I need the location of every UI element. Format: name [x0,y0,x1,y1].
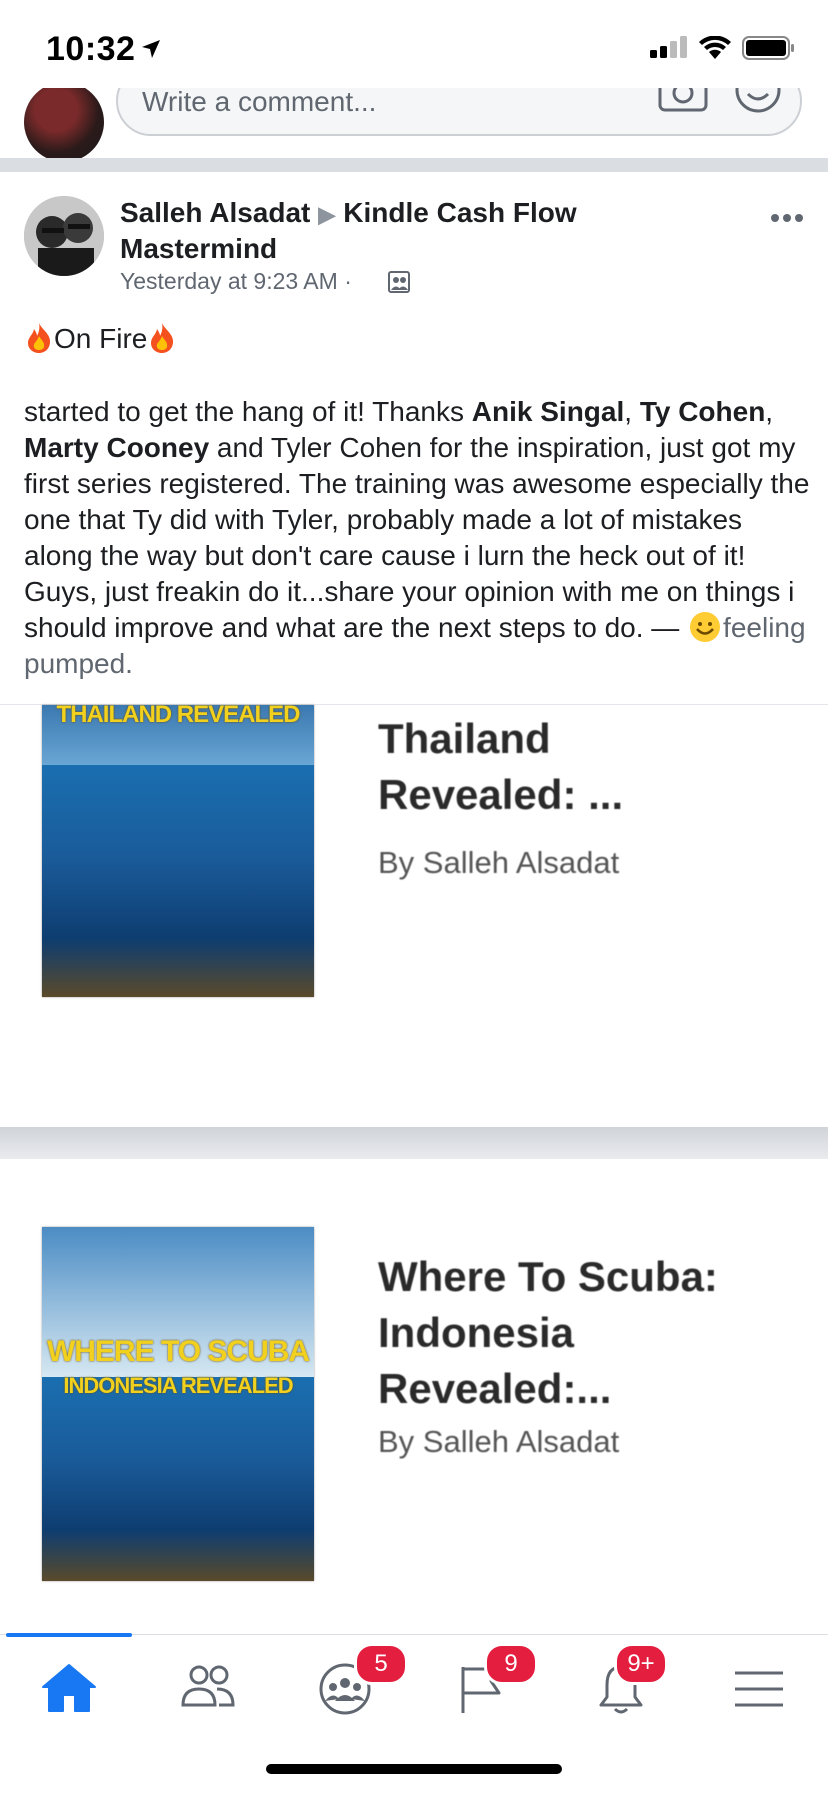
friends-icon [181,1665,235,1707]
book-author: By Salleh Alsadat [378,845,620,880]
location-arrow-icon [142,40,160,58]
status-bar: 10:32 [0,0,828,88]
group-privacy-icon [388,271,410,293]
book-title-line: Thailand [378,715,551,762]
avatar-photo [24,196,104,276]
tab-menu[interactable] [714,1653,804,1725]
post-text: , [765,396,774,427]
comment-placeholder: Write a comment... [142,88,377,117]
book-title-line: Where To Scuba: [378,1253,718,1300]
book-title: Where To Scuba: Indonesia Revealed:... [378,1249,718,1417]
tab-friends[interactable] [162,1653,252,1725]
emoji-icon[interactable] [734,88,782,116]
cover-subtitle-text: INDONESIA REVEALED [63,1373,293,1398]
notifications-badge: 9+ [614,1643,668,1685]
camera-icon[interactable] [658,88,708,114]
home-icon [42,1664,96,1712]
book-title: Thailand Revealed: ... [378,711,623,823]
book-card[interactable]: WHERE TO SCUBA INDONESIA REVEALED Where … [0,1159,828,1634]
menu-icon [735,1671,783,1707]
post-meta: Yesterday at 9:23 AM · [120,268,352,295]
tag-link[interactable]: Ty Cohen [640,396,765,427]
book-cover-image: WHERE TO SCUBA INDONESIA REVEALED [42,1227,314,1581]
section-separator [0,158,828,172]
fire-emoji-icon [151,323,174,353]
tag-link[interactable]: Marty Cooney [24,432,209,463]
comment-row: Write a comment... [0,88,828,158]
book-cover-image: THAILAND REVEALED [42,705,314,997]
tab-notifications[interactable]: 9+ [576,1643,668,1725]
post-status-line: On Fire [24,322,177,355]
share-arrow-icon: ▶ [318,202,336,227]
groups-badge: 5 [354,1643,408,1685]
wifi-icon [699,36,731,59]
tab-pages[interactable]: 9 [438,1643,538,1725]
status-label: On Fire [54,323,148,354]
battery-icon [742,36,794,60]
smiling-face-emoji-icon [690,612,721,642]
tab-home[interactable] [24,1653,114,1725]
tab-groups[interactable]: 5 [300,1643,408,1725]
post-header: Salleh Alsadat ▶ Kindle Cash Flow Mastermi… [120,196,680,266]
post-text: , [624,396,640,427]
status-time: 10:32 [46,30,136,68]
book-author: By Salleh Alsadat [378,1424,620,1459]
book-title-line: Revealed:... [378,1365,612,1412]
tag-link[interactable]: Anik Singal [472,396,624,427]
cellular-signal-icon [650,36,687,58]
comment-input[interactable]: Write a comment... [116,88,802,136]
avatar [24,88,104,158]
active-tab-indicator [6,1633,132,1637]
post-text: started to get the hang of it! Thanks [24,396,472,427]
author-name-link[interactable]: Salleh Alsadat [120,197,310,228]
cover-title-text: THAILAND REVEALED [56,705,300,728]
more-options-icon[interactable] [770,212,804,224]
book-card[interactable]: THAILAND REVEALED Thailand Revealed: ...… [0,705,828,1127]
section-separator [0,1127,828,1159]
fire-emoji-icon [28,323,51,353]
pages-badge: 9 [484,1643,538,1685]
post-body: started to get the hang of it! Thanks An… [24,394,814,682]
meta-separator: · [344,268,352,294]
book-title-line: Indonesia [378,1309,575,1356]
post-timestamp[interactable]: Yesterday at 9:23 AM [120,268,338,294]
author-avatar[interactable] [24,196,104,276]
book-title-line: Revealed: ... [378,771,624,818]
home-indicator [266,1764,562,1774]
cover-title-text: WHERE TO SCUBA [46,1335,310,1368]
